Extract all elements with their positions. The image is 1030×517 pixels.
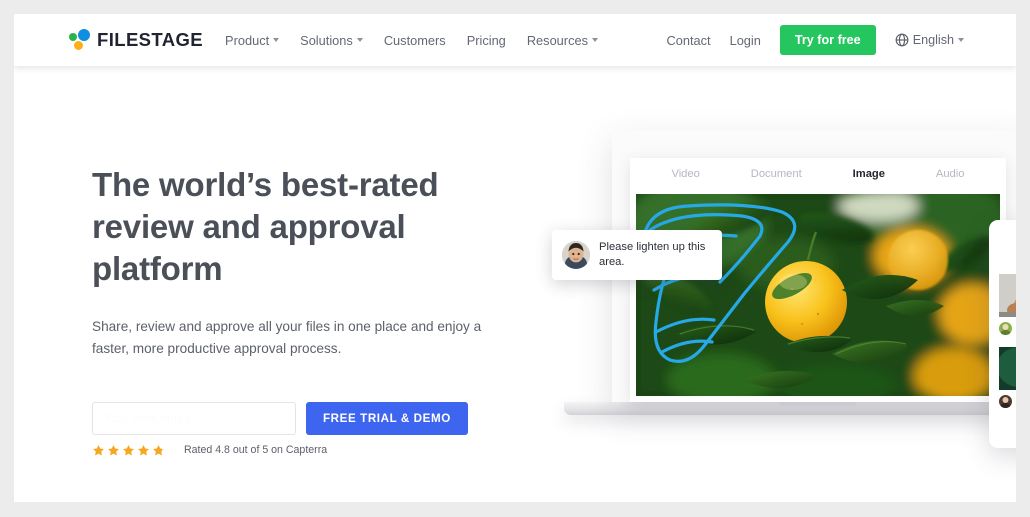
mobile-review-panel: Joh ver: [989, 220, 1016, 448]
star-icon: [138, 444, 149, 456]
star-rating: [92, 444, 165, 457]
site-header: FILESTAGE Product Solutions Customers Pr…: [14, 14, 1016, 66]
primary-nav: Product Solutions Customers Pricing Reso…: [225, 33, 598, 48]
rating-text: Rated 4.8 out of 5 on Capterra: [184, 444, 328, 457]
language-selector[interactable]: English: [895, 33, 964, 47]
capterra-rating: Rated 4.8 out of 5 on Capterra: [92, 444, 532, 457]
nav-item-customers[interactable]: Customers: [384, 33, 446, 48]
hero-content: The world’s best-rated review and approv…: [92, 164, 532, 457]
chevron-down-icon: [273, 38, 280, 42]
clownfish-thumb-icon: [999, 347, 1016, 390]
logo-wordmark: FILESTAGE: [97, 29, 204, 50]
list-item-meta: Sar ver: [999, 390, 1016, 414]
list-item[interactable]: Sar ver: [999, 347, 1016, 414]
nav-item-resources[interactable]: Resources: [527, 33, 598, 48]
star-icon-partial: [153, 444, 164, 456]
nav-item-solutions-label: Solutions: [300, 32, 353, 48]
signup-form: FREE TRIAL & DEMO: [92, 401, 532, 435]
nav-item-login[interactable]: Login: [730, 33, 761, 48]
hero-subheadline: Share, review and approve all your files…: [92, 318, 482, 356]
avatar: [999, 322, 1012, 335]
logo-yellow-dot-icon: [74, 41, 83, 50]
nav-item-customers-label: Customers: [383, 32, 446, 48]
nav-item-product-label: Product: [225, 32, 270, 48]
comment-text: Please lighten up this area.: [599, 241, 706, 268]
laptop-notch: [780, 402, 856, 408]
nav-item-resources-label: Resources: [526, 32, 588, 48]
browser-page: FILESTAGE Product Solutions Customers Pr…: [14, 14, 1016, 502]
mobile-panel-header: [989, 220, 1016, 268]
nav-item-product[interactable]: Product: [225, 32, 280, 48]
nav-item-contact-label: Contact: [666, 32, 711, 48]
media-preview[interactable]: [636, 194, 1000, 396]
nav-item-solutions[interactable]: Solutions: [300, 33, 363, 48]
comment-bubble[interactable]: Please lighten up this area.: [552, 230, 722, 280]
chevron-down-icon: [958, 38, 964, 42]
logo-dots-icon: [69, 29, 91, 51]
tab-video[interactable]: Video: [671, 168, 699, 180]
chevron-down-icon: [356, 38, 363, 42]
product-mockup: Video Document Image Audio Please lighte…: [534, 110, 1016, 448]
reviewer-avatar-photo: [562, 241, 590, 269]
star-icon: [108, 444, 119, 456]
logo-blue-dot-icon: [78, 29, 90, 41]
tab-audio[interactable]: Audio: [936, 168, 965, 180]
avatar: [562, 241, 590, 269]
globe-icon: [895, 33, 909, 47]
logo-green-dot-icon: [69, 33, 77, 41]
annotation-scribble-icon: [642, 203, 797, 363]
tab-image[interactable]: Image: [853, 168, 885, 180]
try-for-free-button[interactable]: Try for free: [779, 25, 876, 55]
chevron-down-icon: [591, 38, 598, 42]
star-icon: [123, 444, 134, 456]
list-item[interactable]: Joh ver: [999, 274, 1016, 341]
tab-document[interactable]: Document: [751, 168, 802, 180]
work-email-input[interactable]: [92, 401, 296, 435]
nav-item-pricing-label: Pricing: [466, 32, 506, 48]
filestage-logo[interactable]: FILESTAGE: [69, 29, 203, 51]
app-window: Video Document Image Audio: [630, 158, 1006, 402]
secondary-nav: Contact Login Try for free English: [666, 14, 964, 66]
page-title: The world’s best-rated review and approv…: [92, 166, 439, 287]
laptop-base: [564, 402, 1016, 415]
language-label: English: [912, 33, 954, 47]
media-type-tabs: Video Document Image Audio: [630, 158, 1006, 190]
nav-item-pricing[interactable]: Pricing: [467, 33, 506, 48]
portrait-thumb-icon: [999, 274, 1016, 317]
free-trial-demo-button[interactable]: FREE TRIAL & DEMO: [306, 401, 468, 435]
star-icon: [93, 444, 104, 456]
list-item-meta: Joh ver: [999, 317, 1016, 341]
nav-item-login-label: Login: [729, 32, 761, 48]
nav-item-contact[interactable]: Contact: [666, 33, 710, 48]
avatar: [999, 395, 1012, 408]
